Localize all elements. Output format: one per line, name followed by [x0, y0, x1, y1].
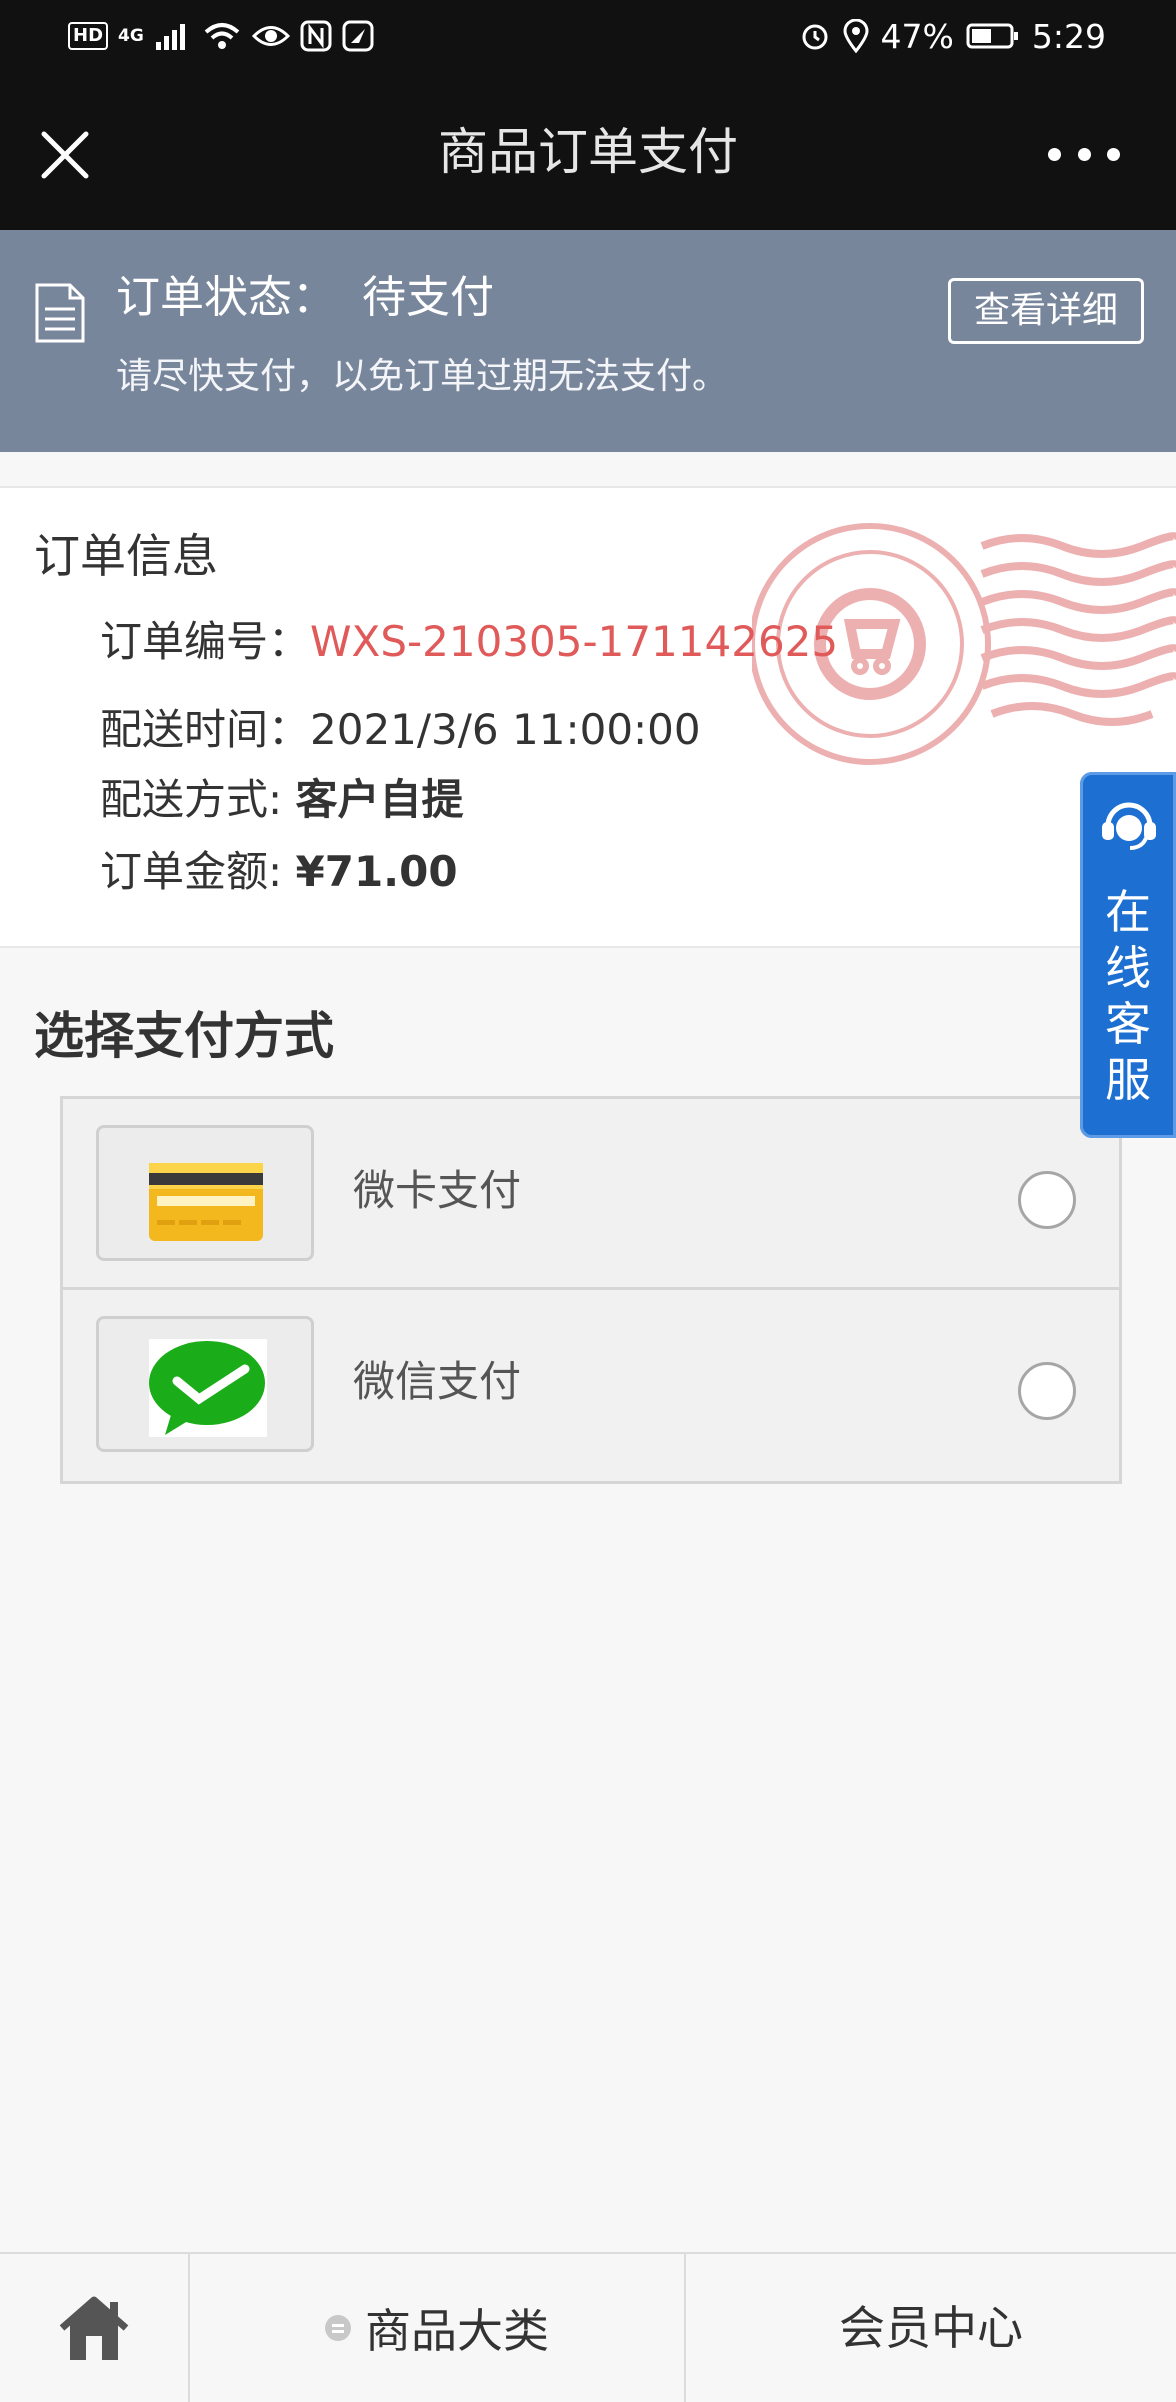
online-service-tab[interactable]: 在线客服 — [1080, 772, 1176, 1138]
more-dot — [1077, 147, 1091, 161]
category-icon — [325, 2315, 351, 2341]
order-info-card: 订单信息 订单编号：WXS-210305-171142625 配送时间：2021… — [0, 486, 1176, 948]
payment-options: 微卡支付 微信支付 — [60, 1096, 1122, 1484]
order-status-label: 订单状态： — [116, 272, 336, 323]
card-pay-radio[interactable] — [1018, 1171, 1076, 1229]
order-amount-row: 订单金额: ¥71.00 — [100, 844, 458, 900]
delivery-method-row: 配送方式: 客户自提 — [100, 772, 464, 828]
view-details-button[interactable]: 查看详细 — [948, 278, 1144, 344]
more-dot — [1048, 147, 1061, 161]
customer-service-icon — [1102, 802, 1156, 850]
wechat-pay-radio[interactable] — [1018, 1362, 1076, 1420]
signal-icon — [155, 24, 185, 50]
home-icon — [59, 2296, 129, 2360]
more-dot — [1107, 147, 1120, 161]
document-icon — [35, 283, 85, 343]
more-menu-icon[interactable] — [1048, 140, 1120, 168]
clock-time: 5:29 — [1031, 16, 1106, 56]
eye-icon — [251, 26, 290, 46]
order-number-label: 订单编号： — [100, 617, 311, 666]
delivery-method-value: 客户自提 — [295, 775, 464, 824]
payment-option-card[interactable]: 微卡支付 — [63, 1099, 1119, 1290]
delivery-time-label: 配送时间： — [100, 705, 311, 754]
nav-member-center[interactable]: 会员中心 — [686, 2254, 1176, 2402]
location-share-icon — [342, 20, 374, 52]
battery-percent: 47% — [880, 16, 954, 56]
order-amount-label: 订单金额: — [100, 847, 296, 896]
bottom-nav: 商品大类 会员中心 — [0, 2252, 1176, 2402]
status-bar: HD 4G 47% 5:29 — [0, 0, 1176, 74]
battery-icon — [966, 23, 1018, 49]
wifi-icon — [204, 23, 240, 49]
nfc-icon — [300, 20, 332, 52]
order-number-row: 订单编号：WXS-210305-171142625 — [100, 614, 838, 670]
network-type: 4G — [118, 25, 144, 46]
title-bar: 商品订单支付 — [0, 74, 1176, 230]
online-service-label: 在线客服 — [1105, 885, 1151, 1107]
close-icon[interactable] — [34, 124, 96, 186]
nav-home[interactable] — [0, 2254, 190, 2402]
status-left: HD 4G — [68, 14, 374, 58]
payment-hint: 请尽快支付，以免订单过期无法支付。 — [116, 356, 729, 397]
order-info-title: 订单信息 — [34, 529, 218, 583]
delivery-time-row: 配送时间：2021/3/6 11:00:00 — [100, 702, 701, 758]
wechat-pay-icon — [96, 1316, 314, 1452]
order-status-banner: 订单状态： 待支付 请尽快支付，以免订单过期无法支付。 查看详细 — [0, 230, 1176, 452]
order-number-value: WXS-210305-171142625 — [310, 617, 839, 666]
alarm-icon — [802, 24, 828, 50]
order-status-value: 待支付 — [362, 272, 494, 323]
payment-option-wechat[interactable]: 微信支付 — [63, 1290, 1119, 1478]
order-amount-value: ¥71.00 — [295, 847, 458, 896]
page-title: 商品订单支付 — [438, 123, 738, 181]
bank-card-icon — [96, 1125, 314, 1261]
wechat-pay-label: 微信支付 — [353, 1357, 522, 1406]
status-right: 47% 5:29 — [799, 14, 1106, 58]
nav-categories-label: 商品大类 — [365, 2304, 549, 2358]
delivery-time-value: 2021/3/6 11:00:00 — [310, 705, 701, 754]
hd-indicator: HD — [68, 22, 109, 50]
card-pay-label: 微卡支付 — [353, 1166, 522, 1215]
payment-method-title: 选择支付方式 — [34, 1007, 334, 1065]
nav-categories[interactable]: 商品大类 — [190, 2254, 686, 2402]
location-icon — [843, 19, 869, 53]
delivery-method-label: 配送方式: — [100, 775, 296, 824]
order-status: 订单状态： 待支付 — [116, 270, 494, 326]
